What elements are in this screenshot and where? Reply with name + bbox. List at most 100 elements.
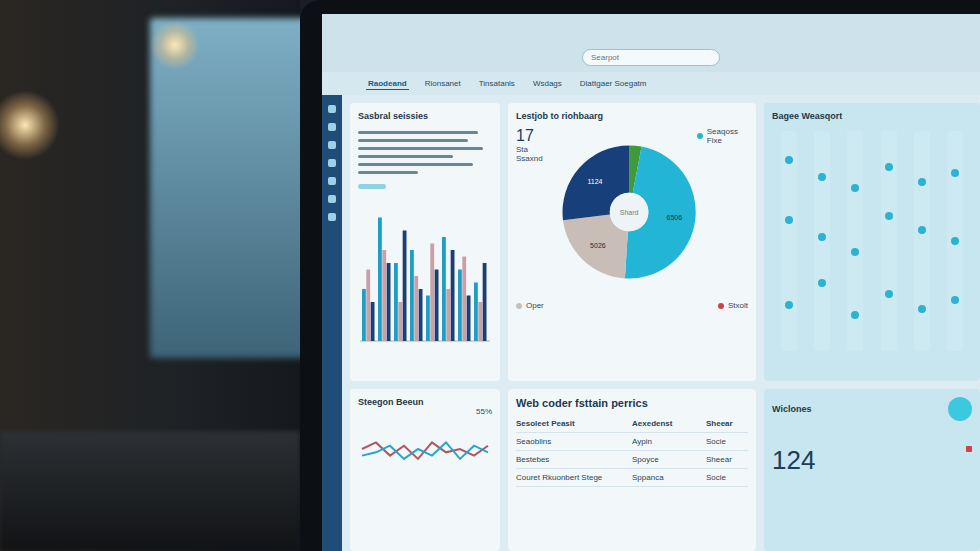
dot-point bbox=[951, 169, 959, 177]
bar bbox=[366, 270, 370, 342]
card-title: Sasbral seissies bbox=[358, 111, 492, 121]
legend-dot bbox=[718, 303, 724, 309]
dot-point bbox=[951, 296, 959, 304]
dot-point bbox=[851, 184, 859, 192]
lamp-glow bbox=[0, 90, 60, 160]
legend-dot bbox=[697, 133, 703, 139]
slice-label: 1124 bbox=[587, 178, 602, 185]
dot-point bbox=[918, 226, 926, 234]
dot-point bbox=[851, 311, 859, 319]
bar bbox=[458, 270, 462, 342]
table-cell: Sppanca bbox=[632, 473, 702, 482]
bar bbox=[446, 289, 450, 341]
pie-value: 17 bbox=[516, 127, 555, 145]
menu-icon[interactable] bbox=[328, 105, 336, 113]
bar bbox=[414, 276, 418, 341]
dashboard-screen: Raodeand Rionsanet Tinsatanls Wsdags Dlattga… bbox=[322, 14, 980, 551]
body: Sasbral seissiesLestjob to riohbaarg17St… bbox=[322, 95, 980, 551]
dot-point bbox=[885, 163, 893, 171]
column-header: Aexedenst bbox=[632, 419, 702, 428]
nav-item[interactable]: Wsdags bbox=[531, 78, 564, 90]
text-line bbox=[358, 163, 473, 166]
line-chart bbox=[358, 416, 492, 486]
nav-item[interactable]: Tinsatanls bbox=[477, 78, 517, 90]
card-title: Wiclones bbox=[772, 404, 811, 414]
menu-icon[interactable] bbox=[328, 213, 336, 221]
menu-icon[interactable] bbox=[328, 123, 336, 131]
menu-icon[interactable] bbox=[328, 141, 336, 149]
menu-icon[interactable] bbox=[328, 177, 336, 185]
menu-icon[interactable] bbox=[328, 159, 336, 167]
card-title: Bagee Weasqort bbox=[772, 111, 972, 121]
dot-point bbox=[885, 290, 893, 298]
dot-track bbox=[881, 131, 897, 351]
dot-point bbox=[851, 248, 859, 256]
top-bar bbox=[322, 14, 980, 72]
desk bbox=[0, 431, 300, 551]
dot-track bbox=[781, 131, 797, 351]
dot-chart-card: Bagee Weasqort bbox=[764, 103, 980, 381]
status-circle-icon bbox=[948, 397, 972, 421]
text-line bbox=[358, 131, 478, 134]
text-line bbox=[358, 171, 418, 174]
slice-label: 6506 bbox=[666, 214, 682, 221]
text-line bbox=[358, 147, 483, 150]
nav-item[interactable]: Raodeand bbox=[366, 78, 409, 90]
bar bbox=[467, 296, 471, 342]
lamp-glow bbox=[150, 20, 200, 70]
pie-chart: 650650261124Shard bbox=[559, 127, 699, 297]
bar bbox=[410, 250, 414, 341]
stats-header: Wiclones bbox=[772, 397, 972, 421]
nav-item[interactable]: Dlattgaer Soegatm bbox=[578, 78, 649, 90]
bar bbox=[426, 296, 430, 342]
legend-item: Seaqoss Fixe bbox=[697, 127, 748, 145]
legend-dot bbox=[516, 303, 522, 309]
table-header: Sesoleet PeasitAexedenstSheear bbox=[516, 415, 748, 433]
line-value: 55% bbox=[358, 407, 492, 416]
card-title: Web coder fsttain perrics bbox=[516, 397, 748, 409]
dot-chart bbox=[772, 131, 972, 373]
search-field[interactable] bbox=[582, 49, 720, 66]
bar bbox=[478, 302, 482, 341]
legend-label: Seaqoss Fixe bbox=[707, 127, 748, 145]
bar-chart bbox=[358, 201, 492, 351]
card-title: Lestjob to riohbaarg bbox=[516, 111, 748, 121]
table-row[interactable]: BestebesSpoyceSheear bbox=[516, 451, 748, 469]
table-row[interactable]: SeaoblinsAypinSocie bbox=[516, 433, 748, 451]
dot-point bbox=[785, 216, 793, 224]
pie-row: 17Sta Ssaxnd650650261124Shard Seaqoss Fix… bbox=[516, 127, 748, 297]
dot-point bbox=[885, 212, 893, 220]
legend-label: Stxolt bbox=[728, 301, 748, 310]
text-line bbox=[358, 139, 468, 142]
dot-point bbox=[818, 279, 826, 287]
dot-track bbox=[947, 131, 963, 351]
dot-point bbox=[918, 178, 926, 186]
text-lines bbox=[358, 131, 492, 174]
tag-pill bbox=[358, 184, 386, 189]
bar bbox=[387, 263, 391, 341]
line-series bbox=[362, 442, 488, 459]
menu-icon[interactable] bbox=[328, 195, 336, 203]
bar bbox=[451, 250, 455, 341]
laptop: Raodeand Rionsanet Tinsatanls Wsdags Dlattga… bbox=[300, 0, 980, 551]
table-cell: Couret Rkuonbert Stege bbox=[516, 473, 628, 482]
stats-row: 124 bbox=[772, 421, 972, 476]
bar bbox=[435, 270, 439, 342]
room-photo bbox=[0, 0, 300, 551]
dot-point bbox=[818, 233, 826, 241]
card-title: Steegon Beeun bbox=[358, 397, 492, 407]
table-cell: Aypin bbox=[632, 437, 702, 446]
dot-point bbox=[818, 173, 826, 181]
main: Sasbral seissiesLestjob to riohbaarg17St… bbox=[342, 95, 980, 551]
bar bbox=[403, 231, 407, 342]
dot-point bbox=[785, 156, 793, 164]
scene: Raodeand Rionsanet Tinsatanls Wsdags Dlattga… bbox=[0, 0, 980, 551]
nav-item[interactable]: Rionsanet bbox=[423, 78, 463, 90]
table-row[interactable]: Couret Rkuonbert StegeSppancaSocie bbox=[516, 469, 748, 487]
sidebar bbox=[322, 95, 342, 551]
bar bbox=[394, 263, 398, 341]
bar bbox=[442, 237, 446, 341]
pie-legend-right: Seaqoss Fixe bbox=[697, 127, 748, 145]
column-header: Sheear bbox=[706, 419, 748, 428]
pie-info: 17Sta Ssaxnd bbox=[516, 127, 555, 163]
